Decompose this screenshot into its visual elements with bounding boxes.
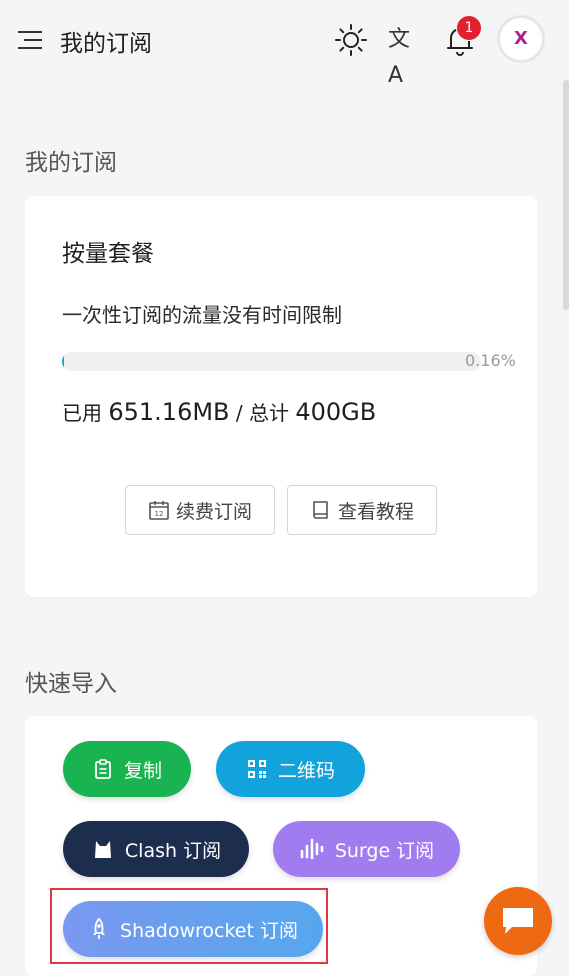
chat-button[interactable] bbox=[484, 887, 552, 955]
used-label: 已用 bbox=[62, 401, 102, 425]
sun-icon[interactable] bbox=[333, 22, 369, 58]
usage-summary: 已用 651.16MB / 总计 400GB bbox=[62, 397, 376, 426]
svg-text:12: 12 bbox=[155, 510, 164, 518]
menu-icon[interactable] bbox=[16, 28, 44, 52]
total-label: 总计 bbox=[248, 401, 289, 425]
page-title: 我的订阅 bbox=[60, 31, 152, 57]
clash-button[interactable]: Clash 订阅 bbox=[63, 821, 249, 877]
book-icon bbox=[313, 501, 328, 519]
tutorial-button[interactable]: 查看教程 bbox=[287, 485, 437, 535]
traffic-progress-fill bbox=[62, 352, 64, 371]
used-value: 651.16MB bbox=[108, 398, 230, 426]
copy-button[interactable]: 复制 bbox=[63, 741, 191, 797]
avatar[interactable]: X bbox=[497, 15, 545, 63]
scrollbar[interactable] bbox=[563, 80, 569, 310]
qrcode-button-label: 二维码 bbox=[277, 759, 335, 782]
subscription-card: 按量套餐 一次性订阅的流量没有时间限制 0.16% 已用 651.16MB / … bbox=[25, 196, 537, 597]
usage-separator: / bbox=[235, 401, 243, 425]
surge-button[interactable]: Surge 订阅 bbox=[273, 821, 460, 877]
translate-icon[interactable]: 文A bbox=[388, 22, 424, 88]
plan-description: 一次性订阅的流量没有时间限制 bbox=[62, 303, 342, 327]
clash-button-label: Clash 订阅 bbox=[124, 839, 222, 862]
qrcode-button[interactable]: 二维码 bbox=[216, 741, 365, 797]
traffic-progress-bar bbox=[62, 352, 481, 371]
surge-button-label: Surge 订阅 bbox=[334, 839, 435, 862]
calendar-icon: 12 bbox=[149, 501, 169, 520]
top-bar: 我的订阅 文A 1 X bbox=[0, 0, 569, 88]
total-value: 400GB bbox=[295, 398, 377, 426]
clash-cat-icon bbox=[94, 841, 111, 858]
surge-wave-icon bbox=[300, 838, 324, 860]
chat-bubble-icon bbox=[503, 908, 533, 934]
highlight-box bbox=[50, 888, 328, 964]
copy-button-label: 复制 bbox=[123, 759, 162, 782]
qrcode-icon bbox=[247, 760, 266, 778]
plan-name: 按量套餐 bbox=[62, 241, 154, 267]
renew-button-label: 续费订阅 bbox=[175, 500, 252, 523]
section-title-quick-import: 快速导入 bbox=[25, 671, 117, 697]
section-title-subscription: 我的订阅 bbox=[25, 150, 117, 176]
progress-percent: 0.16% bbox=[465, 351, 516, 370]
renew-button[interactable]: 12 续费订阅 bbox=[125, 485, 275, 535]
tutorial-button-label: 查看教程 bbox=[337, 500, 414, 523]
notification-badge[interactable]: 1 bbox=[456, 15, 482, 41]
clipboard-icon bbox=[95, 759, 111, 779]
